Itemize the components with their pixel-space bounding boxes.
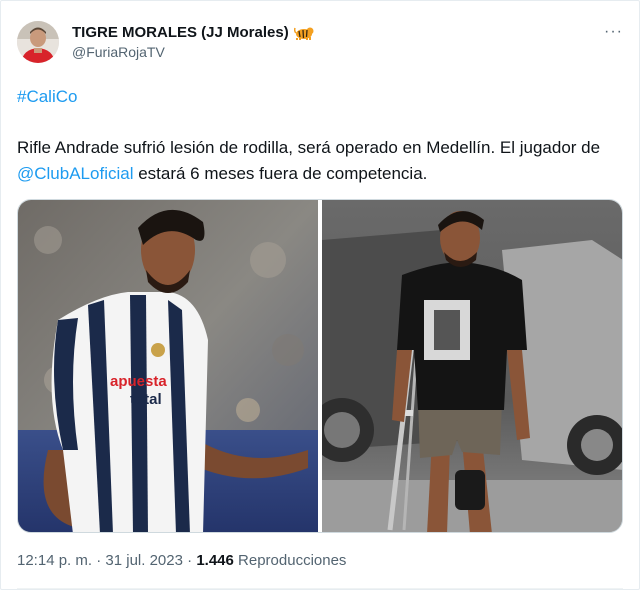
tweet-date[interactable]: 31 jul. 2023	[105, 552, 183, 569]
photo-player-crutch[interactable]	[321, 200, 622, 532]
tweet-header: TIGRE MORALES (JJ Morales) @FuriaRojaTV …	[17, 19, 625, 65]
author-name-row: TIGRE MORALES (JJ Morales)	[72, 24, 314, 41]
views-label: Reproducciones	[238, 552, 347, 569]
views-count: 1.446	[196, 552, 234, 569]
photo-player-jersey[interactable]: apuesta total	[18, 200, 318, 532]
jersey-sponsor-line2: total	[130, 391, 162, 408]
mention-link[interactable]: @ClubALoficial	[17, 164, 133, 183]
author-avatar[interactable]	[17, 21, 59, 63]
media-grid: apuesta total	[17, 199, 623, 533]
hashtag-link[interactable]: #CaliCo	[17, 87, 77, 107]
author-handle[interactable]: @FuriaRojaTV	[72, 44, 165, 60]
tweet-meta: 12:14 p. m. · 31 jul. 2023 · 1.446 Repro…	[17, 552, 346, 569]
tweet-time[interactable]: 12:14 p. m.	[17, 552, 92, 569]
bottom-divider	[17, 588, 623, 589]
tweet-card: TIGRE MORALES (JJ Morales) @FuriaRojaTV …	[0, 0, 640, 590]
meta-separator: ·	[92, 552, 106, 569]
author-display-name[interactable]: TIGRE MORALES (JJ Morales)	[72, 24, 289, 41]
more-options-icon[interactable]: ···	[604, 23, 623, 41]
tweet-text-part2: estará 6 meses fuera de competencia.	[133, 164, 428, 183]
tiger-icon	[293, 25, 314, 41]
meta-separator-2: ·	[182, 552, 197, 569]
tweet-text: Rifle Andrade sufrió lesión de rodilla, …	[17, 135, 617, 187]
jersey-sponsor-line1: apuesta	[110, 373, 167, 390]
tweet-text-part1: Rifle Andrade sufrió lesión de rodilla, …	[17, 138, 601, 157]
